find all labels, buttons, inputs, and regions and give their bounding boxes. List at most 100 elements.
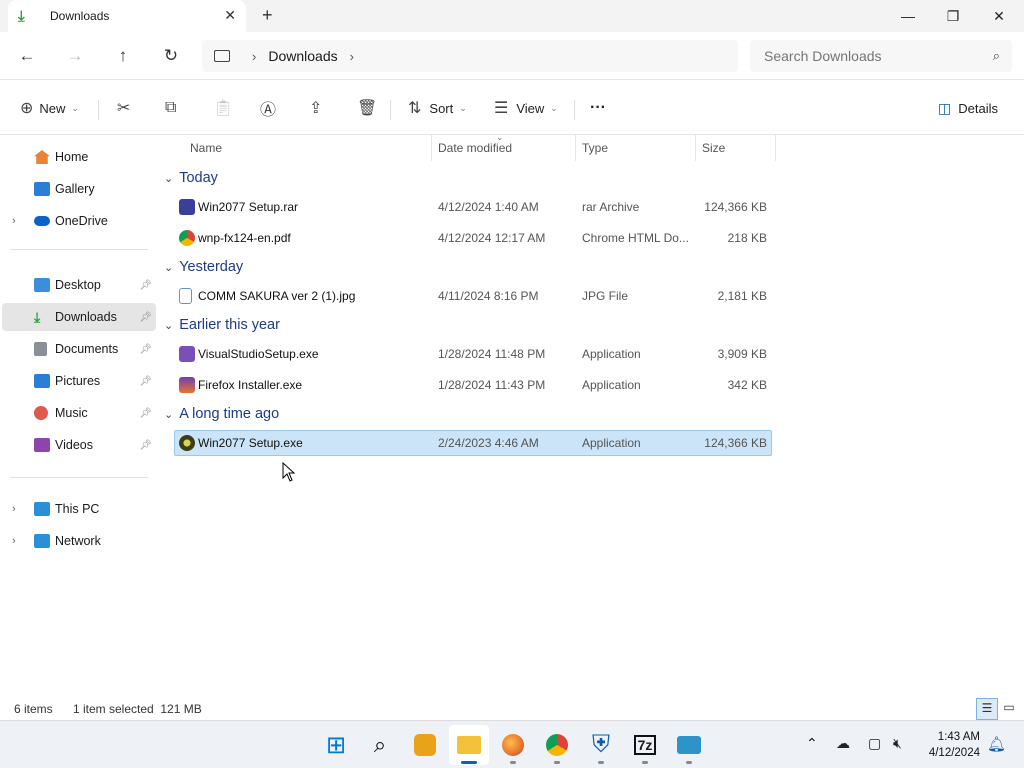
tab-downloads[interactable]: ⤓ Downloads ✕ [8,0,246,32]
close-window-button[interactable]: ✕ [976,0,1022,32]
sidebar-item-label: OneDrive [55,214,108,228]
sidebar-item-network[interactable]: › Network [2,527,156,555]
pin-icon[interactable]: 📌︎ [139,440,152,451]
group-header-earlier-this-year[interactable]: ⌄ Earlier this year [164,312,280,338]
column-header-name[interactable]: Name [184,135,432,161]
breadcrumb-downloads[interactable]: Downloads [268,48,337,64]
this-pc-icon [34,502,50,516]
address-bar-row: ← → ↑ ↻ › Downloads › ⌕ [0,32,1024,80]
refresh-button[interactable]: ↻ [157,44,185,68]
cut-button[interactable]: ✂ [117,94,130,122]
sidebar-item-pictures[interactable]: Pictures 📌︎ [2,367,156,395]
win2077-app-icon [179,435,195,451]
file-size: 342 KB [727,378,767,392]
file-type: Application [582,347,641,361]
file-row[interactable]: COMM SAKURA ver 2 (1).jpg 4/11/2024 8:16… [174,283,772,309]
back-button[interactable]: ← [13,44,41,68]
file-row[interactable]: VisualStudioSetup.exe 1/28/2024 11:48 PM… [174,341,772,367]
firefox-app[interactable] [493,725,533,765]
downloads-icon: ⤓ [34,309,41,325]
system-clock[interactable]: 1:43 AM 4/12/2024 [929,729,980,761]
sidebar-item-gallery[interactable]: Gallery [2,175,156,203]
chevron-down-icon: ⌄ [164,319,174,332]
search-input[interactable] [764,48,984,64]
network-status-icon[interactable]: ▢ [868,735,881,752]
chevron-right-icon[interactable]: › [12,215,16,227]
chevron-right-icon[interactable]: › [12,535,16,547]
maximize-button[interactable]: ❐ [930,0,976,32]
start-button[interactable]: ⊞ [316,725,356,765]
new-tab-button[interactable]: + [262,5,273,26]
sidebar-divider [10,249,148,250]
details-pane-button[interactable]: ◫ Details [938,94,998,122]
column-header-type[interactable]: Type [576,135,696,161]
pin-icon[interactable]: 📌︎ [139,312,152,323]
sidebar-item-videos[interactable]: Videos 📌︎ [2,431,156,459]
this-pc-icon[interactable] [214,50,230,62]
group-label: Earlier this year [179,317,280,333]
sidebar-item-desktop[interactable]: Desktop 📌︎ [2,271,156,299]
gallery-icon [34,182,50,196]
delete-button[interactable]: 🗑︎ [357,94,377,122]
pin-icon[interactable]: 📌︎ [139,344,152,355]
sidebar-item-onedrive[interactable]: › OneDrive [2,207,156,235]
share-button[interactable]: ⇪ [309,94,322,122]
chrome-app[interactable] [537,725,577,765]
defender-app[interactable]: ⛨ [581,725,621,765]
column-header-date[interactable]: Date modified [432,135,576,161]
terminal-app[interactable] [669,725,709,765]
tray-overflow-icon[interactable]: ⌃ [806,735,818,752]
view-lines-icon: ☰ [494,100,509,117]
search-box[interactable]: ⌕ [750,40,1012,72]
new-button[interactable]: ⊕ New ⌄ [20,94,79,122]
paste-button[interactable]: 📋︎ [213,94,233,122]
search-app[interactable]: ⌕ [360,725,400,765]
rename-button[interactable]: Ⓐ [260,94,276,122]
pin-icon[interactable]: 📌︎ [139,376,152,387]
pin-icon[interactable]: 📌︎ [139,280,152,291]
notification-bell-icon[interactable]: 🔔︎ [987,735,1006,753]
sidebar-item-label: Documents [55,342,119,356]
view-button[interactable]: ☰ View ⌄ [494,94,558,122]
sort-button[interactable]: ⇅ Sort ⌄ [408,94,467,122]
more-options-button[interactable]: ··· [590,94,606,122]
sidebar-item-this-pc[interactable]: › This PC [2,495,156,523]
file-row[interactable]: Win2077 Setup.rar 4/12/2024 1:40 AM rar … [174,194,772,220]
sidebar-item-documents[interactable]: Documents 📌︎ [2,335,156,363]
new-label: New [39,100,66,116]
chevron-right-icon[interactable]: › [350,49,354,64]
file-row[interactable]: Firefox Installer.exe 1/28/2024 11:43 PM… [174,372,772,398]
chevron-down-icon: ⌄ [164,408,174,421]
copilot-pre-app[interactable] [405,725,445,765]
7zip-app[interactable]: 7z [625,725,665,765]
column-header-size[interactable]: Size [696,135,776,161]
group-header-yesterday[interactable]: ⌄ Yesterday [164,254,243,280]
minimize-button[interactable]: — [885,0,931,32]
file-type: rar Archive [582,200,640,214]
chevron-right-icon[interactable]: › [12,503,16,515]
details-view-button[interactable]: ☰ [976,698,998,720]
volume-muted-icon[interactable]: 🔇︎ [893,735,902,752]
sidebar-item-music[interactable]: Music 📌︎ [2,399,156,427]
group-header-long-time-ago[interactable]: ⌄ A long time ago [164,401,279,427]
breadcrumb[interactable]: › Downloads › [202,40,738,72]
sidebar-item-home[interactable]: Home [2,143,156,171]
clipboard-icon: 📋︎ [213,100,234,117]
videos-icon [34,438,50,452]
tiles-view-button[interactable]: ▭ [998,698,1020,720]
forward-button[interactable]: → [61,44,89,68]
back-arrow-icon: ← [18,46,36,65]
sidebar-item-downloads[interactable]: ⤓ Downloads 📌︎ [2,303,156,331]
clock-date: 4/12/2024 [928,747,980,759]
file-row[interactable]: wnp-fx124-en.pdf 4/12/2024 12:17 AM Chro… [174,225,772,251]
file-explorer-app[interactable] [449,725,489,765]
file-row-selected[interactable]: Win2077 Setup.exe 2/24/2023 4:46 AM Appl… [174,430,772,456]
up-button[interactable]: ↑ [109,44,137,68]
tab-close-icon[interactable]: ✕ [224,7,236,24]
cloud-offline-icon[interactable]: ☁ [836,735,850,752]
group-header-today[interactable]: ⌄ Today [164,165,218,191]
copy-button[interactable]: ⧉ [165,94,176,122]
file-type: Application [582,436,641,450]
pin-icon[interactable]: 📌︎ [139,408,152,419]
chevron-right-icon[interactable]: › [252,49,256,64]
